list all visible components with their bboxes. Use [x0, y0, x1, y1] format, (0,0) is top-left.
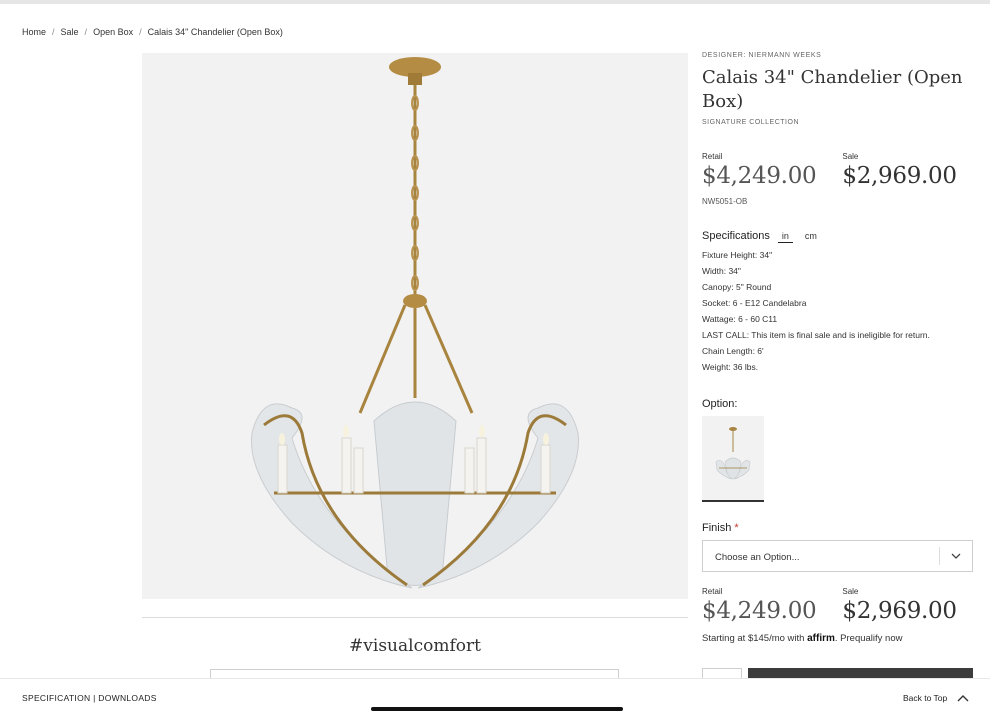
bottom-sale-label: Sale: [842, 587, 859, 596]
spec-item: Width: 34": [702, 266, 741, 276]
breadcrumb-sale[interactable]: Sale: [61, 27, 79, 37]
sticky-footer: SPECIFICATION | DOWNLOADS Back to Top: [0, 678, 990, 716]
breadcrumb-home[interactable]: Home: [22, 27, 46, 37]
bottom-retail-label: Retail: [702, 587, 723, 596]
chevron-up-icon: [957, 695, 969, 702]
spec-item: Chain Length: 6': [702, 346, 764, 356]
bottom-sale-price-group: Sale $2,969.00: [842, 587, 957, 624]
sale-price: $2,969.00: [842, 163, 957, 189]
option-thumbnail: [702, 416, 764, 500]
bottom-sale-price: $2,969.00: [842, 598, 957, 624]
select-separator: [939, 547, 940, 565]
breadcrumb-current: Calais 34" Chandelier (Open Box): [147, 27, 283, 37]
designer-label: DESIGNER: NIERMANN WEEKS: [702, 52, 822, 59]
breadcrumb-separator: /: [52, 27, 55, 37]
instagram-hashtag: #visualcomfort: [349, 636, 481, 656]
product-image[interactable]: [142, 53, 688, 599]
specifications-list: Fixture Height: 34" Width: 34" Canopy: 5…: [702, 250, 930, 378]
spec-item: Fixture Height: 34": [702, 250, 773, 260]
gallery-divider: [142, 617, 688, 618]
product-title: Calais 34" Chandelier (Open Box): [702, 67, 963, 112]
sale-label: Sale: [842, 152, 859, 161]
affirm-logo: affirm: [807, 633, 835, 644]
breadcrumb: Home / Sale / Open Box / Calais 34" Chan…: [22, 27, 283, 37]
top-border: [0, 0, 990, 4]
specifications-title: Specifications: [702, 230, 770, 242]
breadcrumb-separator: /: [84, 27, 88, 37]
finish-select[interactable]: Choose an Option...: [702, 540, 973, 572]
back-to-top-label: Back to Top: [903, 693, 948, 703]
financing-message: Starting at $145/mo with affirm. Prequal…: [702, 633, 902, 644]
retail-label: Retail: [702, 152, 723, 161]
prequalify-link[interactable]: . Prequalify now: [835, 633, 903, 644]
chandelier-thumbnail-icon: [715, 427, 751, 480]
back-to-top-button[interactable]: Back to Top: [903, 693, 969, 703]
chandelier-illustration: [251, 57, 579, 589]
specification-downloads-link[interactable]: SPECIFICATION | DOWNLOADS: [22, 693, 157, 703]
financing-prefix: Starting at $145/mo with: [702, 633, 805, 644]
sale-price-group: Sale $2,969.00: [842, 152, 957, 189]
bottom-retail-price-group: Retail $4,249.00: [702, 587, 817, 624]
home-indicator: [371, 707, 623, 711]
retail-price-group: Retail $4,249.00: [702, 152, 817, 189]
spec-item: LAST CALL: This item is final sale and i…: [702, 330, 930, 340]
finish-label-text: Finish: [702, 522, 732, 534]
specifications-header: Specifications in cm: [702, 230, 821, 243]
collection-label: SIGNATURE COLLECTION: [702, 119, 799, 126]
spec-item: Socket: 6 - E12 Candelabra: [702, 298, 807, 308]
spec-item: Wattage: 6 - 60 C11: [702, 314, 778, 324]
bottom-price-block: Retail $4,249.00 Sale $2,969.00: [702, 587, 957, 624]
retail-price: $4,249.00: [702, 163, 817, 189]
unit-toggle-cm[interactable]: cm: [801, 231, 821, 242]
breadcrumb-separator: /: [139, 27, 142, 37]
product-sku: NW5051-OB: [702, 197, 748, 206]
required-indicator: *: [734, 522, 739, 534]
unit-toggle-in[interactable]: in: [777, 231, 793, 243]
spec-item: Weight: 36 lbs.: [702, 362, 759, 372]
option-label: Option:: [702, 398, 738, 410]
finish-label: Finish *: [702, 522, 739, 534]
price-block: Retail $4,249.00 Sale $2,969.00: [702, 152, 957, 189]
spec-item: Canopy: 5" Round: [702, 282, 772, 292]
option-swatch[interactable]: [702, 416, 764, 502]
chevron-down-icon[interactable]: [949, 549, 963, 563]
breadcrumb-open-box[interactable]: Open Box: [93, 27, 133, 37]
bottom-retail-price: $4,249.00: [702, 598, 817, 624]
product-details: DESIGNER: NIERMANN WEEKS Calais 34" Chan…: [702, 52, 977, 126]
finish-select-placeholder: Choose an Option...: [715, 552, 800, 563]
